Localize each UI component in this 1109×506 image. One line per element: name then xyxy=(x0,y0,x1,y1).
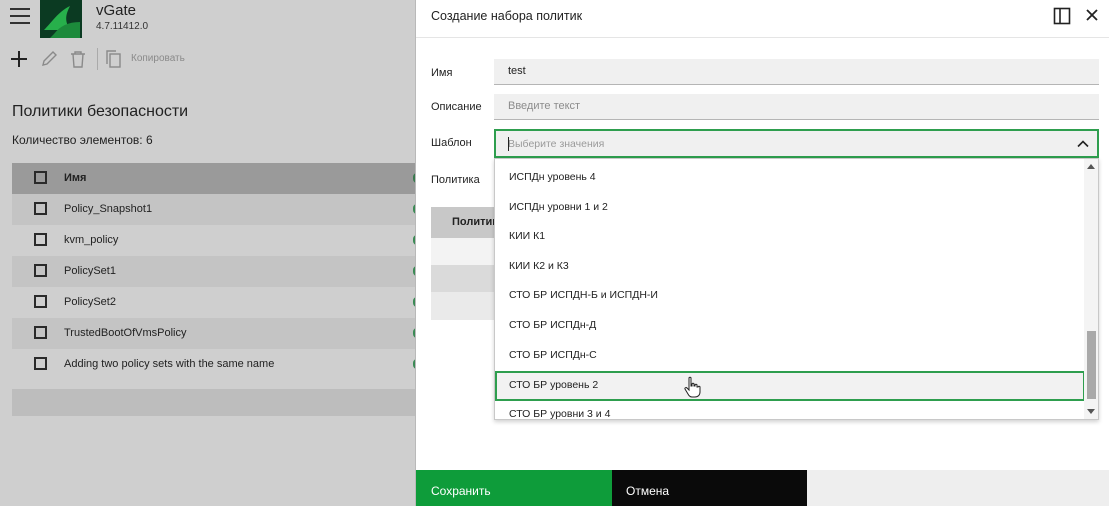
policy-table: Имя Policy_Snapshot1 kvm_policy PolicySe… xyxy=(12,163,415,380)
select-all-checkbox[interactable] xyxy=(34,171,47,184)
policy-list-pane: vGate 4.7.11412.0 Копировать Политики бе… xyxy=(0,0,415,506)
cancel-button[interactable]: Отмена xyxy=(612,470,807,506)
dropdown-option[interactable]: СТО БР ИСПДН-Б и ИСПДН-И xyxy=(495,281,1085,311)
dropdown-option[interactable]: ИСПДн уровень 4 xyxy=(495,163,1085,193)
row-name: Policy_Snapshot1 xyxy=(64,203,153,215)
table-row[interactable]: Adding two policy sets with the same nam… xyxy=(12,349,415,380)
row-name: kvm_policy xyxy=(64,234,119,246)
description-field[interactable]: Введите текст xyxy=(494,94,1099,120)
panel-title: Создание набора политик xyxy=(431,9,583,23)
table-footer xyxy=(12,389,415,416)
dropdown-option[interactable]: СТО БР ИСПДн-Д xyxy=(495,311,1085,341)
template-placeholder: Выберите значения xyxy=(508,138,605,150)
toolbar-separator xyxy=(97,48,98,70)
create-policy-set-panel: Создание набора политик Имя test Описани… xyxy=(415,0,1109,506)
dropdown-option[interactable]: ИСПДн уровни 1 и 2 xyxy=(495,193,1085,223)
pin-panel-icon[interactable] xyxy=(1053,7,1071,25)
row-checkbox[interactable] xyxy=(34,233,47,246)
close-icon[interactable] xyxy=(1084,7,1100,23)
template-select[interactable]: Выберите значения xyxy=(494,129,1099,158)
app-version: 4.7.11412.0 xyxy=(96,21,149,32)
dropdown-option[interactable]: КИИ К2 и К3 xyxy=(495,252,1085,282)
name-field[interactable]: test xyxy=(494,59,1099,85)
template-label: Шаблон xyxy=(431,137,472,149)
copy-icon[interactable] xyxy=(103,48,125,70)
table-row[interactable]: PolicySet1 xyxy=(12,256,415,287)
table-row[interactable]: TrustedBootOfVmsPolicy xyxy=(12,318,415,349)
description-label: Описание xyxy=(431,101,482,113)
edit-icon[interactable] xyxy=(38,48,60,70)
row-checkbox[interactable] xyxy=(34,295,47,308)
column-header-name[interactable]: Имя xyxy=(64,172,86,184)
dropdown-option[interactable]: СТО БР уровни 3 и 4 xyxy=(495,400,1085,419)
name-label: Имя xyxy=(431,67,453,79)
page-title: Политики безопасности xyxy=(12,103,189,120)
item-count: Количество элементов: 6 xyxy=(12,133,153,147)
policy-label: Политика xyxy=(431,174,480,186)
row-name: PolicySet2 xyxy=(64,296,116,308)
table-header: Имя xyxy=(12,163,415,194)
hand-cursor-icon xyxy=(684,376,701,398)
vgate-logo xyxy=(40,0,82,38)
row-checkbox[interactable] xyxy=(34,357,47,370)
text-caret xyxy=(508,137,509,151)
delete-icon[interactable] xyxy=(67,48,89,70)
add-icon[interactable] xyxy=(8,48,30,70)
table-row[interactable]: kvm_policy xyxy=(12,225,415,256)
app-name: vGate xyxy=(96,2,137,19)
scroll-down-icon[interactable] xyxy=(1087,407,1095,415)
row-checkbox[interactable] xyxy=(34,264,47,277)
copy-button-label[interactable]: Копировать xyxy=(131,53,185,64)
list-toolbar: Копировать xyxy=(0,44,415,74)
save-button[interactable]: Сохранить xyxy=(416,470,612,506)
scroll-up-icon[interactable] xyxy=(1087,163,1095,171)
table-row[interactable]: PolicySet2 xyxy=(12,287,415,318)
chevron-up-icon[interactable] xyxy=(1077,138,1089,150)
table-row[interactable]: Policy_Snapshot1 xyxy=(12,194,415,225)
dropdown-option-highlighted[interactable]: СТО БР уровень 2 xyxy=(495,371,1085,401)
template-dropdown-list: ИСПДн уровень 4 ИСПДн уровни 1 и 2 КИИ К… xyxy=(494,158,1099,420)
row-checkbox[interactable] xyxy=(34,326,47,339)
footer-bar xyxy=(807,470,1109,506)
row-name: Adding two policy sets with the same nam… xyxy=(64,358,275,370)
menu-icon[interactable] xyxy=(10,8,30,26)
app-header: vGate 4.7.11412.0 xyxy=(0,0,415,38)
row-name: TrustedBootOfVmsPolicy xyxy=(64,327,187,339)
dropdown-option[interactable]: СТО БР ИСПДн-С xyxy=(495,341,1085,371)
row-checkbox[interactable] xyxy=(34,202,47,215)
row-name: PolicySet1 xyxy=(64,265,116,277)
scrollbar-thumb[interactable] xyxy=(1087,331,1096,399)
header-divider xyxy=(416,37,1109,38)
dropdown-option[interactable]: КИИ К1 xyxy=(495,222,1085,252)
dropdown-scrollbar[interactable] xyxy=(1084,159,1098,419)
